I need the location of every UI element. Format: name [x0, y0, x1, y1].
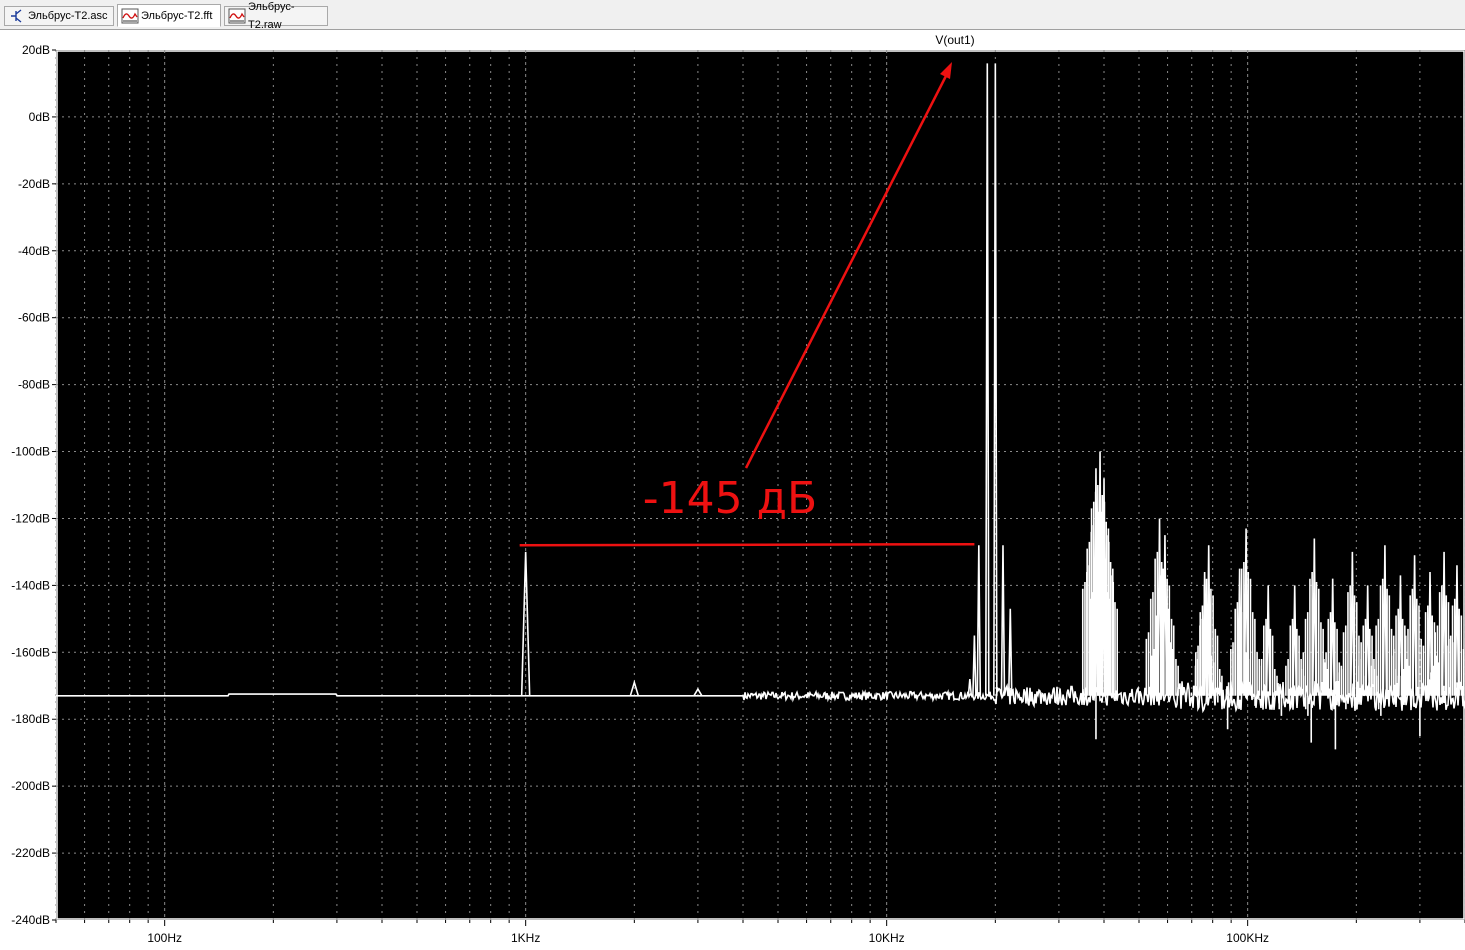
y-tick-label: -120dB: [11, 511, 50, 525]
trace-name-label[interactable]: V(out1): [935, 33, 974, 47]
y-tick-label: -80dB: [18, 378, 50, 392]
schematic-icon: [8, 8, 26, 24]
x-tick-label: 100Hz: [147, 931, 182, 945]
fft-plot[interactable]: 20dB 0dB -20dB -40dB -60dB -80dB -100dB -120dB -…: [0, 30, 1465, 950]
annotation-level-line: [519, 542, 975, 547]
y-tick-label: -140dB: [11, 578, 50, 592]
y-axis-ticks: 20dB 0dB -20dB -40dB -60dB -80dB -100dB -120dB -…: [11, 43, 56, 927]
x-tick-label: 1KHz: [511, 931, 540, 945]
y-tick-label: -60dB: [18, 311, 50, 325]
tab-raw-label: Эльбрус-T2.raw: [248, 1, 295, 31]
tab-schematic[interactable]: Эльбрус-T2.asc: [4, 6, 114, 26]
y-tick-label: 20dB: [22, 43, 50, 57]
y-tick-label: -40dB: [18, 244, 50, 258]
tab-fft-label: Эльбрус-T2.fft: [141, 9, 213, 22]
waveform-plot-pane[interactable]: 20dB 0dB -20dB -40dB -60dB -80dB -100dB -120dB -…: [0, 30, 1465, 950]
y-tick-label: -200dB: [11, 779, 50, 793]
y-tick-label: -240dB: [11, 913, 50, 927]
tab-raw[interactable]: Эльбрус-T2.raw: [224, 1, 328, 31]
y-tick-label: 0dB: [29, 110, 50, 124]
annotation-label: -145 дБ: [643, 473, 817, 524]
document-tab-bar: Эльбрус-T2.asc Эльбрус-T2.fft Эльбрус-T2…: [0, 0, 1465, 31]
y-tick-label: -160dB: [11, 645, 50, 659]
x-tick-label: 10KHz: [869, 931, 905, 945]
tab-fft[interactable]: Эльбрус-T2.fft: [117, 4, 221, 27]
tab-schematic-label: Эльбрус-T2.asc: [28, 10, 108, 22]
waveform-icon: [121, 8, 139, 24]
y-tick-label: -100dB: [11, 445, 50, 459]
y-tick-label: -220dB: [11, 846, 50, 860]
x-tick-label: 100KHz: [1226, 931, 1269, 945]
waveform-icon: [228, 8, 246, 24]
y-tick-label: -20dB: [18, 177, 50, 191]
y-tick-label: -180dB: [11, 712, 50, 726]
x-axis-ticks: 100Hz 1KHz 10KHz 100KHz: [55, 920, 1465, 945]
